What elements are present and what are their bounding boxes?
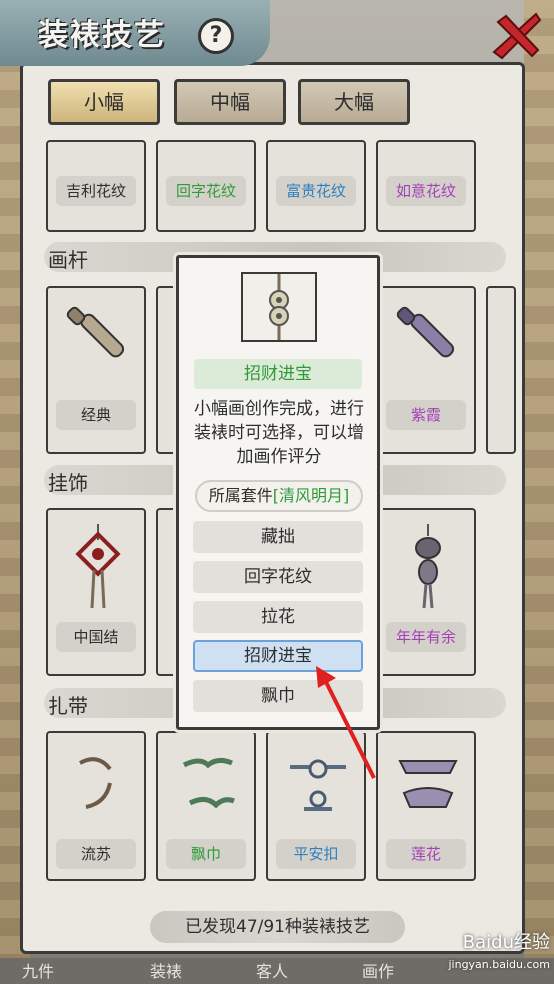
card-label: 紫霞 [386,400,466,430]
nav-item[interactable]: 九件 [22,960,54,984]
section-title: 扎带 [48,694,88,718]
item-name: 招财进宝 [194,359,362,389]
option-item[interactable]: 拉花 [193,601,363,633]
card-label: 平安扣 [276,839,356,869]
item-description: 小幅画创作完成，进行装裱时可选择，可以增加画作评分 [194,399,364,467]
tie-card[interactable]: 飘巾 [156,731,256,881]
pattern-card[interactable]: 吉利花纹 [46,140,146,232]
item-set: 所属套件[清风明月] [195,480,363,512]
card-label: 吉利花纹 [56,176,136,206]
coin-pendant-icon [269,274,289,340]
option-item[interactable]: 回字花纹 [193,561,363,593]
card-label: 回字花纹 [166,176,246,206]
tie-card[interactable]: 流苏 [46,731,146,881]
pattern-card[interactable]: 回字花纹 [156,140,256,232]
scroll-rod-icon [66,306,125,358]
item-detail-popup: 招财进宝 小幅画创作完成，进行装裱时可选择，可以增加画作评分 所属套件[清风明月… [176,255,380,730]
tab-large[interactable]: 大幅 [298,79,410,125]
pendant-card[interactable]: 年年有余 [376,508,476,676]
tassel-tie-icon [79,757,112,809]
nav-item[interactable]: 客人 [256,960,288,984]
annotation-arrow-icon [316,666,376,779]
rod-card[interactable]: 经典 [46,286,146,454]
lotus-tie-icon [398,760,458,808]
pendant-card[interactable]: 中国结 [46,508,146,676]
card-label: 流苏 [56,839,136,869]
option-item[interactable]: 藏拙 [193,521,363,553]
tie-card[interactable]: 莲花 [376,731,476,881]
tab-small[interactable]: 小幅 [48,79,160,125]
tab-medium[interactable]: 中幅 [174,79,286,125]
card-label: 富贵花纹 [276,176,356,206]
page-title: 装裱技艺 [38,18,166,53]
section-title: 挂饰 [48,471,88,495]
set-name: [清风明月] [272,486,350,505]
card-label: 年年有余 [386,622,466,652]
ribbon-tie-icon [182,757,235,809]
help-button[interactable]: ? [198,18,234,54]
set-label: 所属套件 [208,486,273,505]
item-preview [241,272,317,342]
pattern-card[interactable]: 如意花纹 [376,140,476,232]
watermark-url: jingyan.baidu.com [448,958,550,971]
fish-pendant-icon [415,524,441,609]
section-title: 画杆 [48,248,88,272]
watermark-brand: Baidu经验 [462,932,550,953]
card-label: 如意花纹 [386,176,466,206]
card-label: 中国结 [56,622,136,652]
background-right-border [524,0,554,984]
card-label: 莲花 [386,839,466,869]
nav-item[interactable]: 装裱 [150,960,182,984]
rod-card[interactable] [486,286,516,454]
nav-item[interactable]: 画作 [362,960,394,984]
chinese-knot-icon [75,524,121,609]
close-icon[interactable] [488,8,544,64]
card-label: 经典 [56,400,136,430]
discovered-count: 已发现47/91种装裱技艺 [150,911,405,943]
scroll-rod-icon [396,306,455,358]
pattern-card[interactable]: 富贵花纹 [266,140,366,232]
card-label: 飘巾 [166,839,246,869]
rod-card[interactable]: 紫霞 [376,286,476,454]
